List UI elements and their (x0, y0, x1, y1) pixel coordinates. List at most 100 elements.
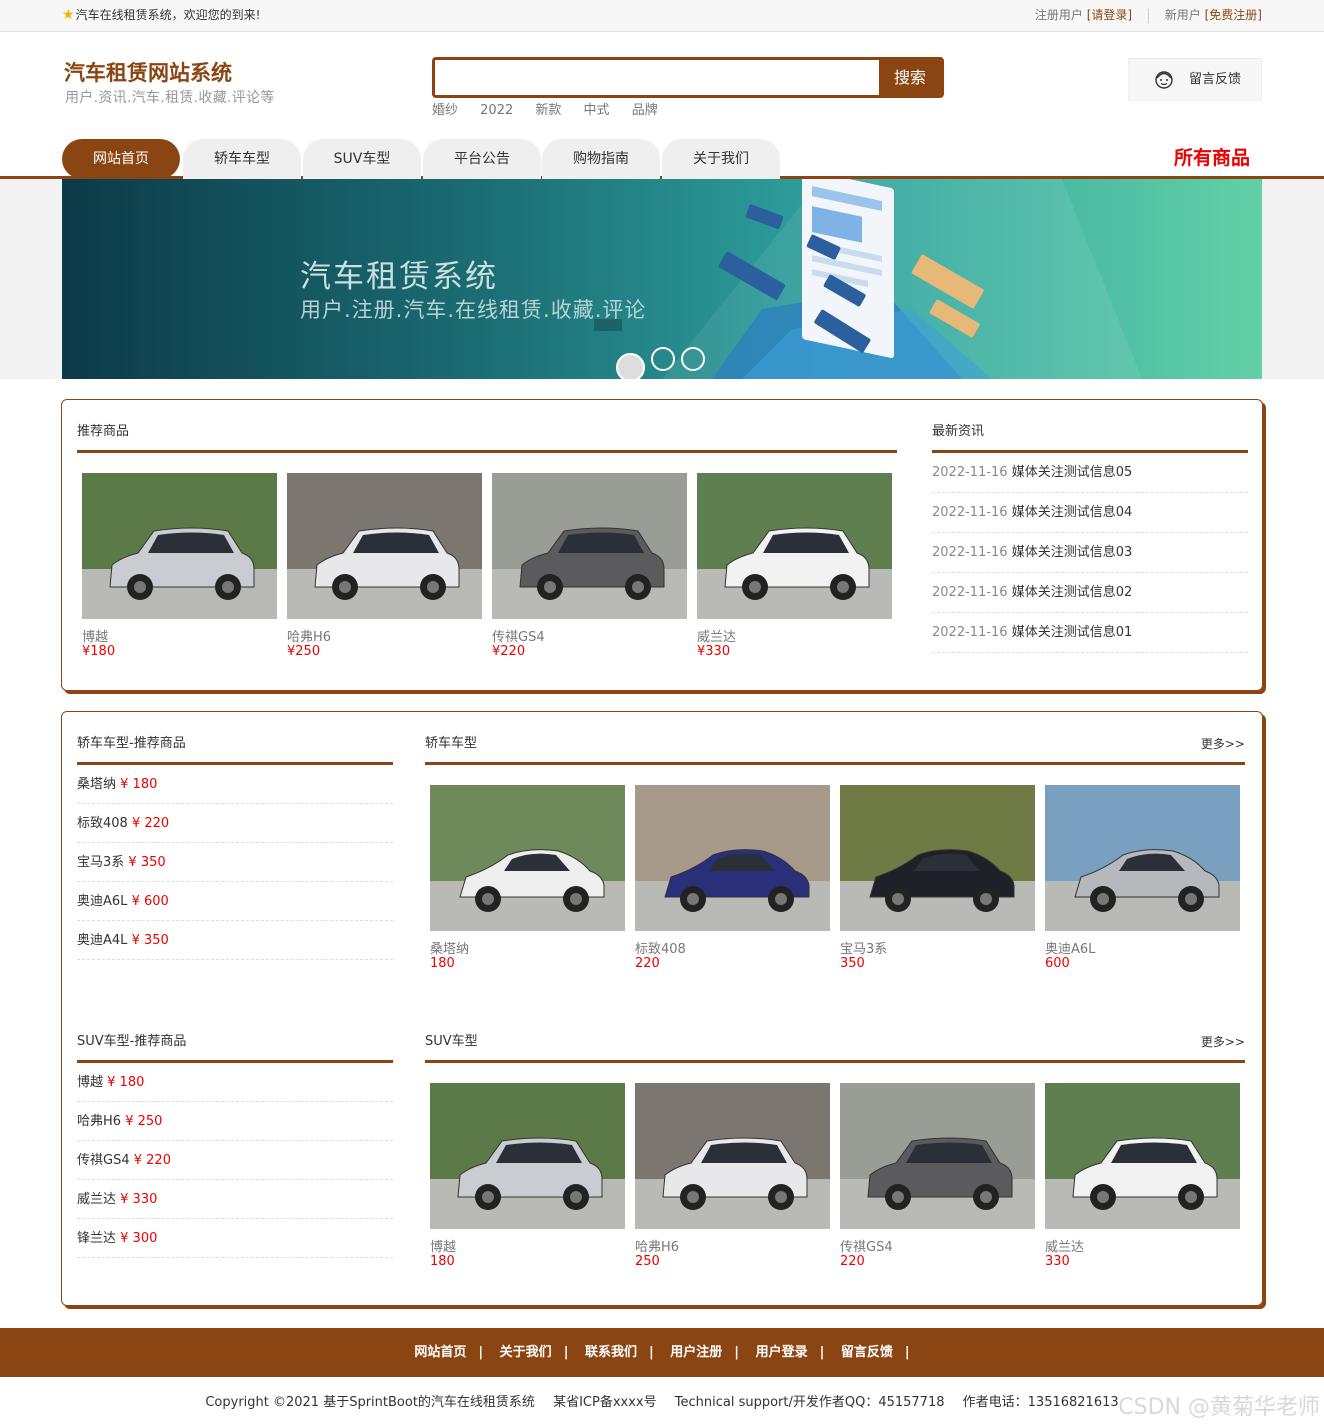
car-image[interactable] (697, 473, 892, 619)
hot-tag[interactable]: 2022 (480, 103, 513, 118)
product-name[interactable]: 宝马3系 (840, 938, 1035, 957)
product-card[interactable]: 标致408 220 (635, 785, 830, 971)
banner-slider[interactable]: 汽车租赁系统 用户.注册.汽车.在线租赁.收藏.评论 (62, 179, 1262, 379)
recommended-title: 推荐商品 (77, 420, 897, 453)
tab-announcements[interactable]: 平台公告 (423, 139, 541, 179)
product-card[interactable]: 哈弗H6 ¥250 (287, 473, 482, 659)
all-products-link[interactable]: 所有商品 (1174, 143, 1250, 170)
star-icon: ★ (62, 7, 75, 23)
slider-dot[interactable] (681, 347, 705, 371)
tab-suv[interactable]: SUV车型 (303, 139, 421, 179)
product-name[interactable]: 博越 (430, 1236, 625, 1255)
car-image[interactable] (492, 473, 687, 619)
product-name[interactable]: 传祺GS4 (492, 626, 687, 645)
product-card[interactable]: 桑塔纳 180 (430, 785, 625, 971)
category-panel: 轿车车型-推荐商品 桑塔纳 ¥ 180 标致408 ¥ 220 宝马3系 ¥ 3… (61, 711, 1263, 1306)
product-name[interactable]: 博越 (82, 626, 277, 645)
product-card[interactable]: 传祺GS4 ¥220 (492, 473, 687, 659)
list-item[interactable]: 桑塔纳 ¥ 180 (77, 765, 393, 804)
product-card[interactable]: 哈弗H6 250 (635, 1083, 830, 1269)
icp-text: 某省ICP备xxxx号 (553, 1395, 657, 1410)
footer-link[interactable]: 用户登录 (756, 1345, 808, 1360)
car-image[interactable] (82, 473, 277, 619)
hot-tag[interactable]: 新款 (535, 103, 561, 118)
list-item[interactable]: 威兰达 ¥ 330 (77, 1180, 393, 1219)
news-item[interactable]: 2022-11-16 媒体关注测试信息01 (932, 613, 1248, 653)
account-links: 注册用户 [请登录] 新用户 [免费注册] (1035, 0, 1262, 30)
hot-tag[interactable]: 品牌 (632, 103, 658, 118)
news-item[interactable]: 2022-11-16 媒体关注测试信息05 (932, 453, 1248, 493)
search-box: 搜索 (432, 57, 944, 98)
footer-link[interactable]: 留言反馈 (841, 1345, 893, 1360)
list-item[interactable]: 标致408 ¥ 220 (77, 804, 393, 843)
site-subtitle: 用户.资讯.汽车.租赁.收藏.评论等 (65, 90, 275, 106)
footer-link[interactable]: 联系我们 (585, 1345, 637, 1360)
suv-more-link[interactable]: 更多>> (1201, 1030, 1245, 1054)
product-card[interactable]: 奥迪A6L 600 (1045, 785, 1240, 971)
tab-about-us[interactable]: 关于我们 (662, 139, 780, 179)
news-item[interactable]: 2022-11-16 媒体关注测试信息04 (932, 493, 1248, 533)
product-name[interactable]: 哈弗H6 (287, 626, 482, 645)
list-item[interactable]: 哈弗H6 ¥ 250 (77, 1102, 393, 1141)
car-image[interactable] (635, 785, 830, 931)
slider-dot[interactable] (651, 347, 675, 371)
new-user-label: 新用户 (1164, 8, 1201, 22)
main-nav: 网站首页 轿车车型 SUV车型 平台公告 购物指南 关于我们 所有商品 (0, 135, 1324, 179)
product-name[interactable]: 标致408 (635, 938, 830, 957)
product-name[interactable]: 威兰达 (697, 626, 892, 645)
list-item[interactable]: 锋兰达 ¥ 300 (77, 1219, 393, 1258)
footer-link[interactable]: 关于我们 (500, 1345, 552, 1360)
search-button[interactable]: 搜索 (879, 60, 941, 95)
product-card[interactable]: 传祺GS4 220 (840, 1083, 1035, 1269)
watermark: CSDN @黄菊华老师 (1118, 1395, 1320, 1420)
product-card[interactable]: 博越 ¥180 (82, 473, 277, 659)
car-image[interactable] (430, 785, 625, 931)
divider (1147, 8, 1149, 23)
car-image[interactable] (635, 1083, 830, 1229)
sedan-more-link[interactable]: 更多>> (1201, 732, 1245, 756)
signup-link[interactable]: [免费注册] (1205, 8, 1262, 22)
search-input[interactable] (435, 60, 880, 95)
news-item[interactable]: 2022-11-16 媒体关注测试信息02 (932, 573, 1248, 613)
list-item[interactable]: 传祺GS4 ¥ 220 (77, 1141, 393, 1180)
product-card[interactable]: 威兰达 330 (1045, 1083, 1240, 1269)
phone-text: 作者电话：13516821613 (962, 1395, 1119, 1410)
suv-rec-title: SUV车型-推荐商品 (77, 1030, 393, 1063)
suv-title: SUV车型 更多>> (425, 1030, 1245, 1063)
list-item[interactable]: 博越 ¥ 180 (77, 1063, 393, 1102)
header: 汽车租赁网站系统 用户.资讯.汽车.租赁.收藏.评论等 搜索 婚纱 2022 新… (62, 32, 1262, 135)
tab-sedan[interactable]: 轿车车型 (183, 139, 301, 179)
tab-shopping-guide[interactable]: 购物指南 (542, 139, 660, 179)
hot-tag[interactable]: 中式 (584, 103, 610, 118)
car-image[interactable] (1045, 785, 1240, 931)
car-image[interactable] (430, 1083, 625, 1229)
footer-link[interactable]: 网站首页 (414, 1345, 466, 1360)
list-item[interactable]: 宝马3系 ¥ 350 (77, 843, 393, 882)
product-name[interactable]: 奥迪A6L (1045, 938, 1240, 957)
product-name[interactable]: 威兰达 (1045, 1236, 1240, 1255)
product-card[interactable]: 博越 180 (430, 1083, 625, 1269)
product-name[interactable]: 传祺GS4 (840, 1236, 1035, 1255)
login-link[interactable]: [请登录] (1087, 8, 1132, 22)
list-item[interactable]: 奥迪A6L ¥ 600 (77, 882, 393, 921)
product-name[interactable]: 哈弗H6 (635, 1236, 830, 1255)
hot-tag[interactable]: 婚纱 (432, 103, 458, 118)
product-price: ¥330 (697, 644, 731, 659)
slider-dot-active[interactable] (616, 353, 645, 379)
product-card[interactable]: 威兰达 ¥330 (697, 473, 892, 659)
car-image[interactable] (287, 473, 482, 619)
list-item[interactable]: 奥迪A4L ¥ 350 (77, 921, 393, 960)
footer-link[interactable]: 用户注册 (670, 1345, 722, 1360)
car-image[interactable] (1045, 1083, 1240, 1229)
tab-home[interactable]: 网站首页 (62, 139, 180, 179)
sedan-rec-title: 轿车车型-推荐商品 (77, 732, 393, 765)
news-item[interactable]: 2022-11-16 媒体关注测试信息03 (932, 533, 1248, 573)
car-image[interactable] (840, 1083, 1035, 1229)
car-image[interactable] (840, 785, 1035, 931)
feedback-button[interactable]: 留言反馈 (1128, 58, 1262, 101)
product-name[interactable]: 桑塔纳 (430, 938, 625, 957)
product-card[interactable]: 宝马3系 350 (840, 785, 1035, 971)
banner-subtitle: 用户.注册.汽车.在线租赁.收藏.评论 (300, 298, 647, 322)
site-title[interactable]: 汽车租赁网站系统 (64, 57, 232, 87)
product-price: 220 (635, 956, 660, 971)
